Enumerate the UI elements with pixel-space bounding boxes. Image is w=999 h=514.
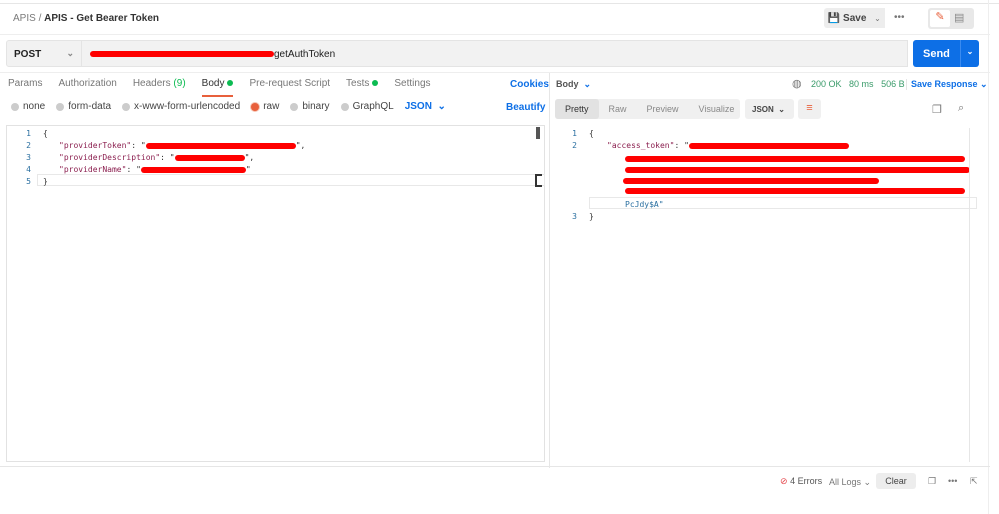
- request-title[interactable]: APIS - Get Bearer Token: [44, 13, 159, 24]
- request-tabs: Params Authorization Headers (9) Body Pr…: [8, 78, 447, 97]
- error-icon: ⊘: [780, 476, 788, 486]
- radio-form-data[interactable]: form-data: [56, 101, 111, 112]
- status-dot: [372, 80, 379, 87]
- text-cursor: [535, 174, 542, 187]
- body-type-options: none form-data x-www-form-urlencoded raw…: [11, 101, 457, 112]
- tab-settings[interactable]: Settings: [394, 78, 430, 97]
- redacted-value: [174, 154, 245, 161]
- tab-body[interactable]: Body: [201, 78, 234, 97]
- response-scrollbar[interactable]: [969, 128, 970, 462]
- search-icon[interactable]: ⌕: [958, 102, 964, 115]
- breadcrumb-parent[interactable]: APIS: [13, 13, 36, 24]
- save-button[interactable]: 💾 Save: [824, 8, 870, 28]
- cookies-link[interactable]: Cookies: [510, 79, 549, 90]
- clear-console-button[interactable]: Clear: [876, 473, 916, 489]
- url-input[interactable]: getAuthToken: [82, 40, 908, 67]
- redacted-token: [625, 188, 965, 194]
- response-view-tabs: Pretty Raw Preview Visualize: [555, 99, 740, 119]
- radio-graphql[interactable]: GraphQL: [340, 101, 394, 112]
- headers-count: (9): [173, 78, 186, 89]
- method-label: POST: [14, 49, 42, 60]
- tab-authorization[interactable]: Authorization: [58, 78, 116, 97]
- chevron-down-icon: ⌄: [66, 48, 74, 58]
- errors-indicator[interactable]: ⊘ 4 Errors: [780, 476, 822, 487]
- globe-icon[interactable]: ◍: [792, 77, 802, 90]
- open-external-icon[interactable]: ⇱: [970, 476, 978, 487]
- redacted-url: [90, 51, 274, 58]
- redacted-value: [140, 166, 246, 173]
- redacted-token: [623, 178, 879, 184]
- more-options-icon[interactable]: •••: [948, 476, 957, 486]
- breadcrumb: APIS / APIS - Get Bearer Token: [13, 13, 159, 24]
- beautify-link[interactable]: Beautify: [506, 102, 545, 113]
- tab-pre-request-script[interactable]: Pre-request Script: [249, 78, 330, 97]
- more-options-button[interactable]: •••: [894, 12, 905, 23]
- url-visible-text: getAuthToken: [274, 49, 336, 60]
- view-mode-toggle: ✎ ▤: [928, 8, 974, 29]
- radio-binary[interactable]: binary: [290, 101, 330, 112]
- radio-none[interactable]: none: [11, 101, 45, 112]
- response-status: 200 OK 80 ms 506 B: [811, 79, 905, 89]
- wrap-lines-icon[interactable]: ≡: [798, 99, 821, 119]
- save-dropdown-button[interactable]: ⌄: [870, 8, 885, 28]
- tab-preview[interactable]: Preview: [637, 99, 689, 119]
- save-icon: 💾: [827, 12, 841, 24]
- status-dot: [227, 80, 234, 87]
- response-body-viewer[interactable]: 1 2 3 { "access_token": " PcJdy$A" }: [553, 125, 979, 462]
- comment-icon[interactable]: ▤: [954, 11, 964, 24]
- tab-params[interactable]: Params: [8, 78, 42, 97]
- tab-tests[interactable]: Tests: [346, 78, 379, 97]
- send-dropdown-chevron-icon[interactable]: ⌄: [960, 40, 979, 67]
- logs-filter-select[interactable]: All Logs ⌄: [829, 477, 871, 488]
- response-format-select[interactable]: JSON ⌄: [745, 99, 794, 119]
- scrollbar-thumb[interactable]: [536, 127, 540, 139]
- body-format-select[interactable]: JSON ⌄: [405, 101, 446, 112]
- radio-urlencoded[interactable]: x-www-form-urlencoded: [122, 101, 240, 112]
- redacted-token: [688, 142, 849, 149]
- edit-pencil-icon[interactable]: ✎: [930, 10, 950, 27]
- right-sidebar: [988, 0, 999, 514]
- send-button[interactable]: Send ⌄: [913, 40, 979, 67]
- breadcrumb-separator: /: [38, 13, 42, 24]
- save-label: Save: [843, 12, 867, 24]
- tab-pretty[interactable]: Pretty: [555, 99, 599, 119]
- window-top-bar: [0, 0, 999, 4]
- redacted-token: [625, 167, 970, 173]
- current-line: [37, 174, 545, 186]
- tab-headers[interactable]: Headers (9): [133, 78, 186, 97]
- method-select[interactable]: POST ⌄: [6, 40, 82, 67]
- save-response-button[interactable]: Save Response ⌄: [906, 79, 988, 90]
- divider: [0, 72, 990, 73]
- copy-icon[interactable]: ❐: [928, 476, 936, 487]
- divider: [0, 34, 990, 35]
- chevron-down-icon: ⌄: [874, 13, 881, 23]
- redacted-token: [625, 156, 965, 162]
- response-body-select[interactable]: Body ⌄: [556, 79, 591, 90]
- send-label: Send: [923, 48, 950, 60]
- request-body-editor[interactable]: 1 2 3 4 5 { "providerToken": " ", "provid…: [6, 125, 545, 462]
- radio-raw[interactable]: raw: [251, 101, 279, 112]
- redacted-value: [145, 142, 296, 149]
- tab-raw[interactable]: Raw: [599, 99, 637, 119]
- tab-visualize[interactable]: Visualize: [689, 99, 745, 119]
- divider: [0, 466, 990, 467]
- pane-divider[interactable]: [549, 73, 550, 468]
- copy-icon[interactable]: ❐: [932, 103, 942, 116]
